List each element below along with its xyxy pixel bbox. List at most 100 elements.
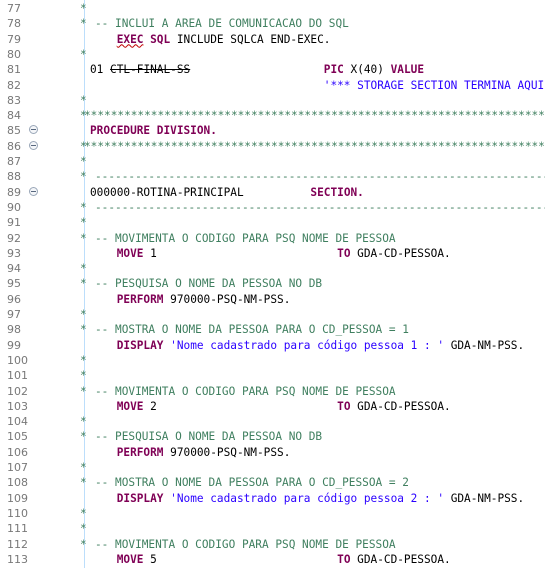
code-line[interactable]: 107 * — [0, 460, 545, 475]
code-line[interactable]: 78 * -- INCLUI A AREA DE COMUNICACAO DO SQ… — [0, 16, 545, 31]
code-line[interactable]: 113 MOVE 5 TO GDA-CD-PESSOA. — [0, 552, 545, 567]
code-text[interactable]: '*** STORAGE SECTION TERMINA AQUI ***'. — [90, 78, 545, 93]
keyword-token: MOVE — [116, 246, 144, 260]
fold-collapse-icon[interactable] — [29, 125, 38, 135]
line-number: 77 — [7, 2, 21, 15]
line-number: 89 — [7, 185, 21, 199]
code-text[interactable]: -- MOVIMENTA O CODIGO PARA PSQ NOME DE P… — [95, 231, 396, 246]
code-text[interactable]: PROCEDURE DIVISION. — [90, 123, 217, 138]
code-line[interactable]: 101 * — [0, 368, 545, 383]
line-number: 88 — [7, 170, 21, 184]
code-text[interactable]: DISPLAY 'Nome cadastrado para código pes… — [90, 491, 524, 506]
code-line[interactable]: 106 PERFORM 970000-PSQ-NM-PSS. — [0, 445, 545, 460]
code-text[interactable]: EXEC SQL INCLUDE SQLCA END-EXEC. — [90, 32, 331, 47]
code-text[interactable]: DISPLAY 'Nome cadastrado para código pes… — [90, 338, 524, 353]
fold-collapse-icon[interactable] — [29, 186, 38, 196]
keyword-token: EXEC — [116, 32, 144, 46]
code-line[interactable]: 104 * — [0, 414, 545, 429]
code-line[interactable]: 108 * -- MOSTRA O NOME DA PESSOA PARA O CD… — [0, 475, 545, 490]
line-number: 84 — [7, 109, 21, 123]
code-line[interactable]: 93 MOVE 1 TO GDA-CD-PESSOA. — [0, 246, 545, 261]
code-line[interactable]: 100 * — [0, 353, 545, 368]
code-text[interactable]: ----------------------------------------… — [95, 200, 545, 215]
code-line[interactable]: 112 * -- MOVIMENTA O CODIGO PARA PSQ NOME … — [0, 537, 545, 552]
code-text[interactable]: -- PESQUISA O NOME DA PESSOA NO DB — [95, 429, 322, 444]
code-text[interactable]: -- MOVIMENTA O CODIGO PARA PSQ NOME DE P… — [95, 384, 396, 399]
code-line[interactable]: 87 * — [0, 154, 545, 169]
code-line[interactable]: 91 * — [0, 215, 545, 230]
code-line[interactable]: 98 * -- MOSTRA O NOME DA PESSOA PARA O CD_… — [0, 322, 545, 337]
comment-token: -- MOVIMENTA O CODIGO PARA PSQ NOME DE P… — [95, 231, 396, 245]
line-number: 91 — [7, 216, 21, 230]
code-line[interactable]: 99 DISPLAY 'Nome cadastrado para código … — [0, 338, 545, 353]
line-number: 97 — [7, 308, 21, 321]
indicator-asterisk: * — [80, 537, 87, 551]
line-number: 105 — [7, 430, 28, 444]
code-text[interactable]: PERFORM 970000-PSQ-NM-PSS. — [90, 292, 291, 307]
code-line[interactable]: 97 * — [0, 307, 545, 322]
code-text[interactable]: MOVE 2 TO GDA-CD-PESSOA. — [90, 399, 451, 414]
code-line[interactable]: 109 DISPLAY 'Nome cadastrado para código… — [0, 491, 545, 506]
code-line[interactable]: 110 * — [0, 506, 545, 521]
line-number: 87 — [7, 155, 21, 168]
indicator-asterisk: * — [80, 155, 87, 168]
indicator-asterisk: * — [80, 47, 87, 61]
code-text[interactable]: ----------------------------------------… — [95, 169, 545, 184]
code-line[interactable]: 90 * -------------------------------------… — [0, 200, 545, 215]
indicator-asterisk: * — [80, 308, 87, 321]
code-text[interactable]: ****************************************… — [84, 139, 545, 154]
indicator-asterisk: * — [80, 353, 87, 367]
code-line[interactable]: 83 * — [0, 93, 545, 108]
line-number: 78 — [7, 17, 21, 31]
fold-collapse-icon[interactable] — [29, 140, 38, 150]
code-token: 2 — [143, 399, 338, 413]
code-text[interactable]: -- MOSTRA O NOME DA PESSOA PARA O CD_PES… — [95, 322, 409, 337]
code-line[interactable]: 95 * -- PESQUISA O NOME DA PESSOA NO DB — [0, 276, 545, 291]
keyword-token: TO — [337, 552, 351, 566]
code-text[interactable]: -- PESQUISA O NOME DA PESSOA NO DB — [95, 276, 322, 291]
code-text[interactable]: -- MOVIMENTA O CODIGO PARA PSQ NOME DE P… — [95, 537, 396, 552]
keyword-token: MOVE — [116, 399, 144, 413]
code-line[interactable]: 85 PROCEDURE DIVISION. — [0, 123, 545, 138]
code-line[interactable]: 79 EXEC SQL INCLUDE SQLCA END-EXEC. — [0, 32, 545, 47]
indicator-asterisk: * — [80, 461, 87, 474]
code-line[interactable]: 81 01 CTL-FINAL-SS PIC X(40) VALUE — [0, 62, 545, 77]
line-number: 93 — [7, 246, 21, 260]
code-text[interactable]: ****************************************… — [84, 108, 545, 123]
line-number: 109 — [7, 491, 28, 505]
code-line[interactable]: 111 * — [0, 521, 545, 536]
code-text[interactable]: PERFORM 970000-PSQ-NM-PSS. — [90, 445, 291, 460]
code-text[interactable]: 000000-ROTINA-PRINCIPAL SECTION. — [90, 185, 364, 200]
code-line[interactable]: 94 * — [0, 261, 545, 276]
code-text[interactable]: MOVE 5 TO GDA-CD-PESSOA. — [90, 552, 451, 567]
code-line[interactable]: 84 * *************************************… — [0, 108, 545, 123]
code-line[interactable]: 102 * -- MOVIMENTA O CODIGO PARA PSQ NOME … — [0, 384, 545, 399]
code-line[interactable]: 82 '*** STORAGE SECTION TERMINA AQUI ***… — [0, 78, 545, 93]
code-token: GDA-CD-PESSOA. — [350, 552, 451, 566]
code-text[interactable]: -- MOSTRA O NOME DA PESSOA PARA O CD_PES… — [95, 475, 409, 490]
line-number: 94 — [7, 262, 21, 276]
code-line[interactable]: 77 * — [0, 1, 545, 16]
keyword-token: VALUE — [390, 63, 425, 77]
line-number: 96 — [7, 292, 21, 306]
keyword-token: DISPLAY — [116, 338, 164, 352]
code-line[interactable]: 86 * *************************************… — [0, 139, 545, 154]
code-line[interactable]: 89 000000-ROTINA-PRINCIPAL SECTION. — [0, 185, 545, 200]
code-token: 5 — [143, 552, 338, 566]
code-line[interactable]: 92 * -- MOVIMENTA O CODIGO PARA PSQ NOME D… — [0, 231, 545, 246]
code-line[interactable]: 103 MOVE 2 TO GDA-CD-PESSOA. — [0, 399, 545, 414]
indicator-asterisk: * — [80, 2, 87, 15]
code-text[interactable]: 01 CTL-FINAL-SS PIC X(40) VALUE — [90, 62, 424, 77]
code-line[interactable]: 105 * -- PESQUISA O NOME DA PESSOA NO DB — [0, 429, 545, 444]
code-text[interactable]: MOVE 1 TO GDA-CD-PESSOA. — [90, 246, 451, 261]
code-editor[interactable]: 77 * 78 * -- INCLUI A AREA DE COMUNICACAO DO… — [0, 0, 545, 568]
code-token: GDA-NM-PSS. — [444, 338, 525, 352]
indicator-asterisk: * — [80, 200, 87, 214]
code-line[interactable]: 88 * -------------------------------------… — [0, 169, 545, 184]
keyword-token: DISPLAY — [116, 491, 164, 505]
code-line[interactable]: 96 PERFORM 970000-PSQ-NM-PSS. — [0, 292, 545, 307]
code-line[interactable]: 80 * — [0, 47, 545, 62]
code-text[interactable]: -- INCLUI A AREA DE COMUNICACAO DO SQL — [95, 16, 349, 31]
indicator-asterisk: * — [80, 231, 87, 245]
